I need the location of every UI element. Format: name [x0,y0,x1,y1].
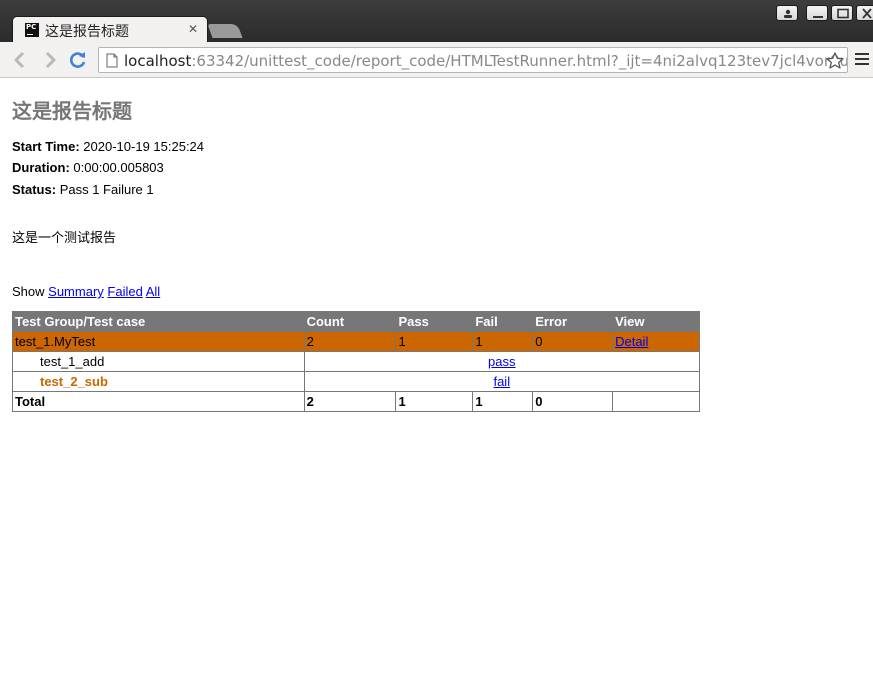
test-case-row: test_1_add pass [12,351,701,372]
start-time-label: Start Time: [12,139,80,154]
window-titlebar: PC 这是报告标题 ✕ [0,0,873,43]
minimize-button[interactable] [806,5,828,21]
show-summary-link[interactable]: Summary [48,284,104,299]
test-case-result-cell: fail [303,371,701,392]
forward-arrow-icon[interactable] [40,50,60,70]
pass-link[interactable]: pass [488,354,515,369]
maximize-button[interactable] [831,5,853,21]
detail-link[interactable]: Detail [615,334,648,349]
table-header-row: Test Group/Test case Count Pass Fail Err… [12,311,700,332]
status-label: Status: [12,182,57,197]
test-case-name: test_2_sub [12,371,305,392]
url-text[interactable]: localhost:63342/unittest_code/report_cod… [124,52,848,70]
hamburger-menu-icon[interactable] [855,53,869,67]
result-table: Test Group/Test case Count Pass Fail Err… [12,311,701,412]
test-case-row: test_2_sub fail [12,371,701,392]
show-filter: Show Summary Failed All [12,284,160,299]
class-fail: 1 [472,331,534,352]
column-header: Error [532,311,614,332]
page-icon [106,53,118,68]
pycharm-icon: PC [25,23,39,37]
total-view [612,391,700,412]
url-path: :63342/unittest_code/report_code/HTMLTes… [191,52,848,70]
class-pass: 1 [395,331,474,352]
fail-link[interactable]: fail [493,374,510,389]
class-name: test_1.MyTest [12,331,305,352]
column-header: Count [303,311,397,332]
report-description: 这是一个测试报告 [12,231,117,246]
close-tab-icon[interactable]: ✕ [188,22,198,36]
status-attr: Status: Pass 1 Failure 1 [12,182,154,197]
new-tab-button[interactable] [207,24,243,38]
column-header: Test Group/Test case [12,311,305,332]
close-window-button[interactable] [856,5,873,21]
class-view-cell: Detail [612,331,700,352]
page-content: 这是报告标题 Start Time: 2020-10-19 15:25:24 D… [0,79,873,691]
total-pass: 1 [395,391,474,412]
address-bar[interactable]: localhost:63342/unittest_code/report_cod… [98,47,848,73]
test-case-result-cell: pass [303,351,701,372]
test-class-row: test_1.MyTest 2 1 1 0 Detail [12,331,700,352]
reload-icon[interactable] [68,50,88,70]
back-arrow-icon[interactable] [10,50,30,70]
duration-attr: Duration: 0:00:00.005803 [12,160,164,175]
total-fail: 1 [472,391,534,412]
duration-value: 0:00:00.005803 [73,160,164,175]
maximize-icon [837,8,849,19]
column-header: Pass [395,311,474,332]
total-error: 0 [532,391,614,412]
tab-title: 这是报告标题 [45,24,129,40]
show-label: Show [12,284,45,299]
total-count: 2 [303,391,397,412]
browser-tab[interactable]: PC 这是报告标题 ✕ [12,16,208,43]
user-profile-button[interactable] [776,5,798,21]
column-header: View [612,311,700,332]
report-title: 这是报告标题 [12,99,132,123]
start-time-value: 2020-10-19 15:25:24 [83,139,205,154]
start-time-attr: Start Time: 2020-10-19 15:25:24 [12,139,204,154]
show-failed-link[interactable]: Failed [107,284,142,299]
minimize-icon [813,16,823,18]
bookmark-star-icon[interactable] [825,51,845,71]
browser-toolbar: localhost:63342/unittest_code/report_cod… [0,42,873,78]
class-count: 2 [303,331,397,352]
url-host: localhost [124,52,192,70]
user-icon [784,9,792,18]
total-label: Total [12,391,305,412]
column-header: Fail [472,311,534,332]
total-row: Total 2 1 1 0 [12,391,700,412]
test-case-name: test_1_add [12,351,305,372]
duration-label: Duration: [12,160,70,175]
class-error: 0 [532,331,614,352]
close-icon [862,8,872,19]
show-all-link[interactable]: All [146,284,160,299]
status-value: Pass 1 Failure 1 [59,182,154,197]
